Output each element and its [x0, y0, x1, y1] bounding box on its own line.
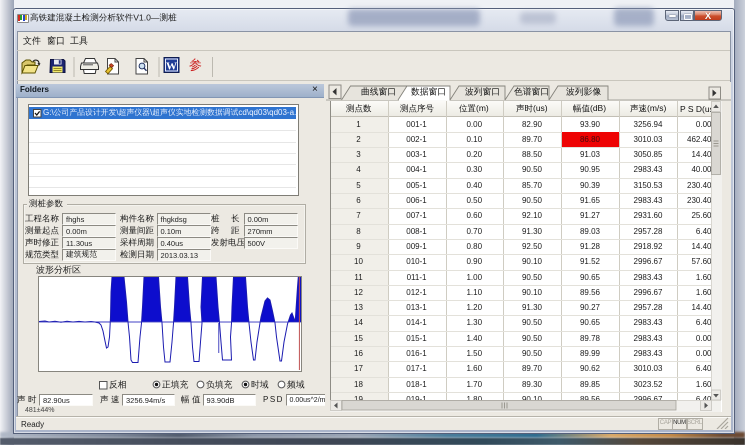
svg-text:(m/s): (m/s): [647, 104, 667, 113]
svg-text:(us): (us): [533, 104, 548, 113]
svg-text:cd\qd03\qd03-a...: cd\qd03\qd03-a...: [238, 108, 300, 117]
svg-text:V1.0—: V1.0—: [133, 13, 160, 22]
svg-text:(dB): (dB): [590, 104, 606, 113]
svg-text:G:\: G:\: [43, 108, 54, 117]
svg-text:(m): (m): [476, 104, 489, 113]
svg-text:W: W: [166, 61, 177, 73]
